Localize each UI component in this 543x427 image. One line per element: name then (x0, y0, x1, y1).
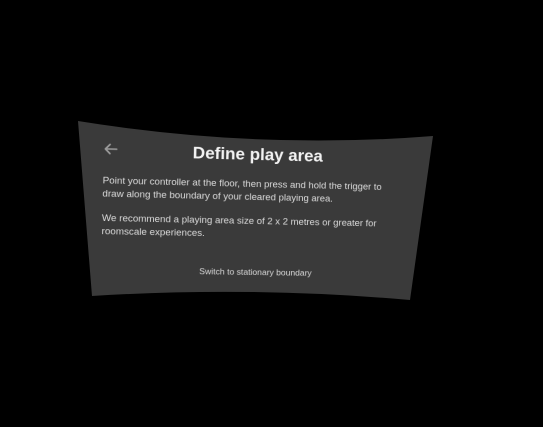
dialog-title: Define play area (192, 143, 324, 166)
instruction-text: Point your controller at the floor, then… (102, 175, 382, 205)
switch-stationary-boundary-link[interactable]: Switch to stationary boundary (78, 264, 427, 279)
define-play-area-dialog: Define play area Point your controller a… (78, 123, 431, 300)
recommendation-text: We recommend a playing area size of 2 x … (101, 212, 377, 239)
vr-scene: Define play area Point your controller a… (0, 0, 543, 427)
